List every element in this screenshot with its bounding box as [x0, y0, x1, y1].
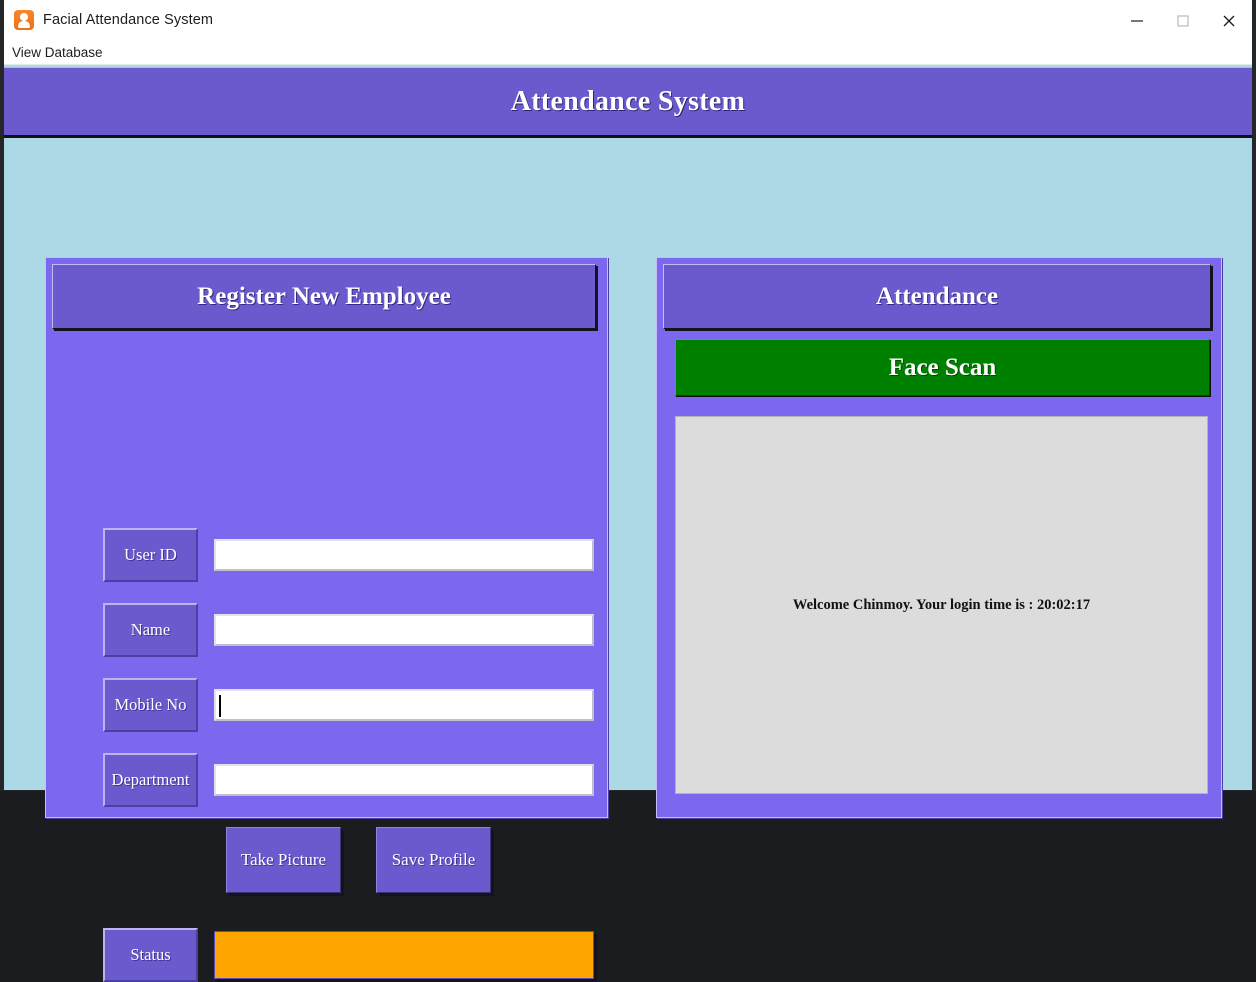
window-title: Facial Attendance System: [43, 12, 214, 28]
face-scan-button-label: Face Scan: [888, 353, 997, 381]
menu-item-view-database[interactable]: View Database: [4, 42, 110, 64]
mobile-no-label: Mobile No: [103, 678, 198, 732]
app-banner-title: Attendance System: [510, 85, 746, 117]
attendance-panel-header: Attendance: [663, 264, 1211, 329]
app-body: Attendance System Register New Employee …: [4, 65, 1252, 982]
register-panel-header: Register New Employee: [52, 264, 596, 329]
name-label: Name: [103, 603, 198, 657]
window-controls: [1114, 0, 1252, 41]
minimize-icon: [1131, 19, 1143, 22]
form-row-status: Status: [103, 928, 594, 982]
attendance-panel-title: Attendance: [875, 282, 999, 310]
save-profile-button[interactable]: Save Profile: [376, 827, 491, 893]
maximize-icon: [1177, 14, 1189, 27]
status-label: Status: [103, 928, 198, 982]
department-input[interactable]: [214, 764, 594, 796]
video-preview-area: Welcome Chinmoy. Your login time is : 20…: [675, 416, 1208, 794]
face-scan-app-icon: [14, 10, 34, 30]
minimize-button[interactable]: [1114, 0, 1160, 41]
form-row-mobile-no: Mobile No: [103, 678, 594, 732]
application-window: Facial Attendance System View Database A…: [0, 0, 1256, 982]
menu-bar: View Database: [4, 41, 1252, 65]
attendance-panel: Attendance Face Scan Welcome Chinmoy. Yo…: [656, 257, 1222, 818]
close-button[interactable]: [1206, 0, 1252, 41]
welcome-message: Welcome Chinmoy. Your login time is : 20…: [792, 596, 1091, 613]
maximize-button[interactable]: [1160, 0, 1206, 41]
register-employee-panel: Register New Employee User ID Name Mobil…: [45, 257, 608, 982]
title-bar: Facial Attendance System: [4, 0, 1252, 41]
form-row-user-id: User ID: [103, 528, 594, 582]
close-icon: [1223, 15, 1235, 26]
register-panel-title: Register New Employee: [197, 282, 451, 310]
take-picture-button[interactable]: Take Picture: [226, 827, 341, 893]
name-input[interactable]: [214, 614, 594, 646]
face-scan-button[interactable]: Face Scan: [675, 339, 1210, 396]
form-row-name: Name: [103, 603, 594, 657]
text-cursor-caret: [219, 695, 221, 717]
user-id-label: User ID: [103, 528, 198, 582]
app-banner: Attendance System: [4, 67, 1252, 138]
status-badge: [214, 931, 594, 979]
mobile-no-input[interactable]: [214, 689, 594, 721]
department-label: Department: [103, 753, 198, 807]
user-id-input[interactable]: [214, 539, 594, 571]
form-row-department: Department: [103, 753, 594, 807]
